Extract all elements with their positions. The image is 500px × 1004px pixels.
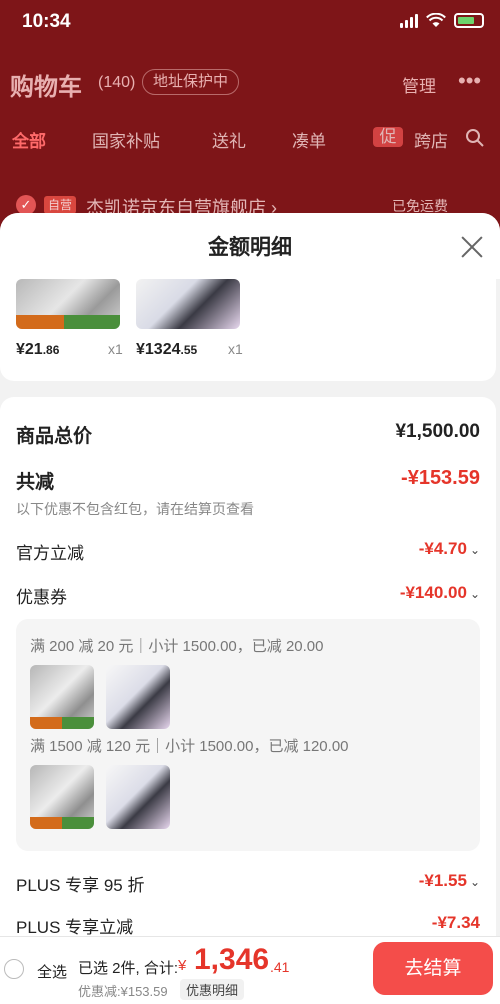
sheet-title: 金额明细 — [208, 236, 292, 259]
discount-summary: 优惠减:¥153.59 — [78, 984, 168, 999]
product-price: ¥1324.55 — [136, 341, 198, 358]
coupon-product-thumbnail — [30, 665, 94, 729]
status-time: 10:34 — [22, 11, 71, 32]
product-thumbnail[interactable] — [136, 279, 240, 329]
more-icon[interactable]: ••• — [458, 68, 481, 94]
total-amount: 1,346 — [194, 943, 270, 976]
wifi-icon — [426, 13, 446, 27]
chevron-down-icon: ⌄ — [469, 543, 480, 557]
total-amount-decimal: .41 — [270, 959, 290, 975]
manage-button[interactable]: 管理 — [402, 72, 436, 97]
search-icon[interactable] — [465, 128, 485, 148]
checkout-bar: 全选 已选 2件, 合计: ¥ 1,346 .41 优惠减:¥153.59 优惠… — [0, 936, 500, 1004]
coupon-rule-line: 满 1500 减 120 元｜小计 1500.00，已减 120.00 — [30, 738, 349, 755]
coupon-rule-line: 满 200 减 20 元｜小计 1500.00，已减 20.00 — [30, 638, 324, 655]
status-icons — [400, 13, 484, 28]
tab-bundle[interactable]: 凑单 — [292, 127, 326, 152]
select-all-radio[interactable] — [4, 959, 24, 979]
cart-count: (140) — [98, 74, 136, 91]
cart-header: 购物车 (140) 地址保护中 管理 ••• — [0, 62, 500, 102]
chevron-down-icon: ⌄ — [469, 875, 480, 889]
select-all-label[interactable]: 全选 — [37, 961, 67, 982]
signal-icon — [400, 13, 418, 28]
plus-reduce-label: PLUS 专享立减 — [16, 918, 134, 937]
official-reduce-value[interactable]: -¥4.70 ⌄ — [419, 539, 480, 559]
coupon-product-thumbnail — [106, 665, 170, 729]
page-title: 购物车 — [10, 74, 82, 101]
total-reduce-label: 共减 — [16, 472, 55, 493]
coupon-detail-box: 满 200 减 20 元｜小计 1500.00，已减 20.00 满 1500 … — [16, 619, 480, 851]
coupon-value[interactable]: -¥140.00 ⌄ — [400, 583, 480, 603]
amount-detail-card: 商品总价 ¥1,500.00 共减 -¥153.59 以下优惠不包含红包，请在结… — [0, 397, 496, 1004]
store-check-icon[interactable]: ✓ — [16, 195, 36, 215]
tab-cross-store[interactable]: 跨店 — [414, 127, 448, 152]
total-price-label: 商品总价 — [16, 426, 93, 447]
product-qty: x1 — [228, 341, 243, 357]
chevron-up-icon: ⌄ — [469, 587, 480, 601]
tab-gift[interactable]: 送礼 — [212, 127, 246, 152]
checkout-button[interactable]: 去结算 — [373, 942, 493, 995]
coupon-product-thumbnail — [30, 765, 94, 829]
plus-95-value[interactable]: -¥1.55 ⌄ — [419, 871, 480, 891]
selected-summary: 已选 2件, 合计: — [78, 960, 179, 977]
promo-badge: 促 — [373, 127, 403, 147]
coupon-product-thumbnail — [106, 765, 170, 829]
product-price: ¥21.86 — [16, 341, 60, 358]
product-qty: x1 — [108, 341, 123, 357]
tab-national-subsidy[interactable]: 国家补贴 — [92, 127, 160, 152]
self-operated-badge: 自营 — [44, 196, 77, 214]
plus-reduce-value: -¥7.34 — [431, 913, 480, 932]
status-bar: 10:34 — [0, 0, 500, 46]
total-currency: ¥ — [178, 957, 187, 974]
cart-tabs: 全部 国家补贴 送礼 凑单 促 跨店 — [0, 124, 500, 154]
product-thumbnail[interactable] — [16, 279, 120, 329]
official-reduce-label: 官方立减 — [16, 544, 84, 563]
battery-icon — [454, 13, 484, 28]
close-icon[interactable] — [458, 233, 486, 261]
plus-95-label: PLUS 专享 95 折 — [16, 876, 145, 895]
discount-detail-button[interactable]: 优惠明细 — [180, 979, 245, 1000]
tab-all[interactable]: 全部 — [12, 127, 46, 152]
total-reduce-value: -¥153.59 — [401, 467, 480, 489]
amount-detail-sheet: 金额明细 ¥21.86 x1 ¥1324.55 x1 商品总价 ¥1,500.0… — [0, 213, 500, 1004]
sheet-header: 金额明细 — [0, 213, 500, 279]
coupon-label: 优惠券 — [16, 588, 67, 607]
goods-card: ¥21.86 x1 ¥1324.55 x1 — [0, 279, 496, 381]
total-price-value: ¥1,500.00 — [395, 421, 480, 442]
discount-note: 以下优惠不包含红包，请在结算页查看 — [16, 501, 254, 517]
address-protect-button[interactable]: 地址保护中 — [142, 69, 240, 95]
